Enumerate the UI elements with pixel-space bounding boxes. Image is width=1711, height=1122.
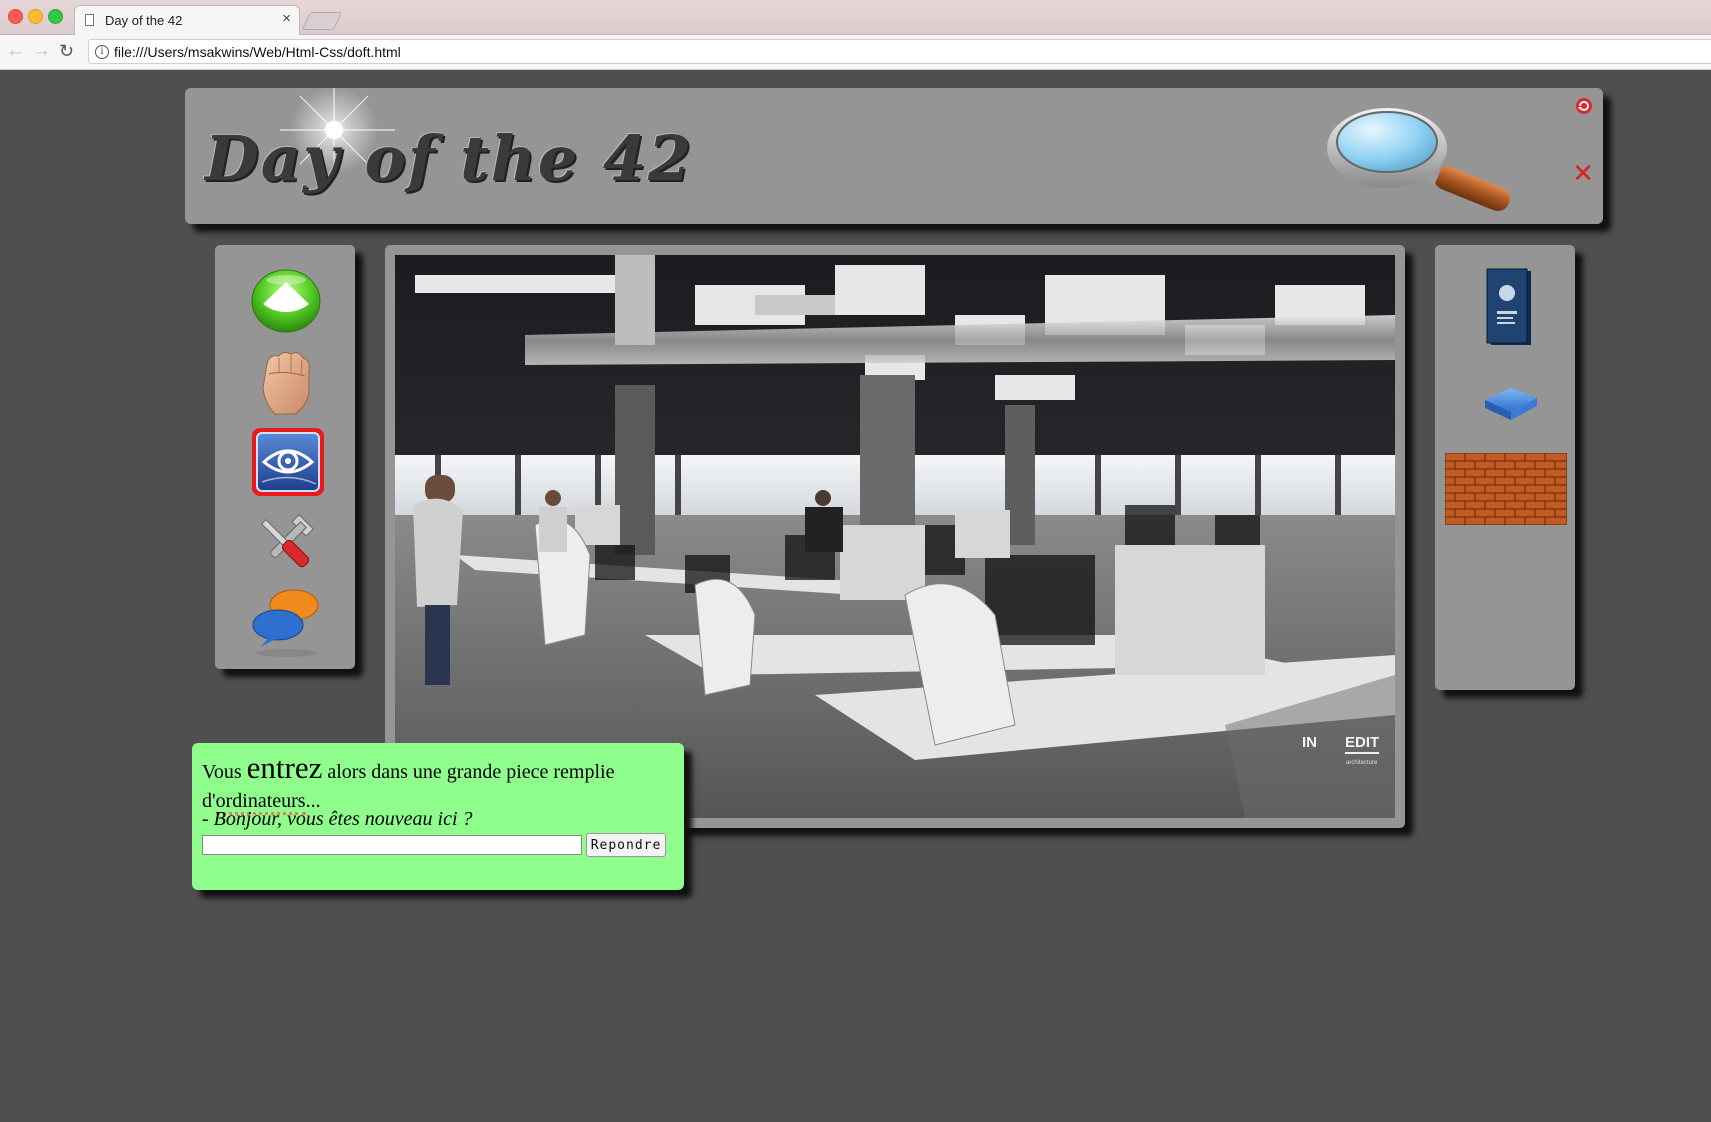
fist-hand-icon[interactable] [255,348,317,418]
npc-quote: - Bonjour, vous êtes nouveau ici ? [202,808,473,830]
right-sidebar [1435,245,1575,690]
tab-close-icon[interactable]: × [282,11,291,27]
window-minimize-button[interactable] [28,9,43,24]
close-icon[interactable]: ✕ [1572,160,1594,186]
page-icon [85,14,94,26]
window-zoom-button[interactable] [48,9,63,24]
address-bar[interactable]: i file:///Users/msakwins/Web/Html-Css/do… [88,39,1711,64]
window-close-button[interactable] [8,9,23,24]
eye-icon[interactable] [250,426,326,498]
new-tab-button[interactable] [301,12,343,30]
answer-input[interactable] [202,835,582,855]
watermark-in: IN [1302,734,1317,751]
tools-icon[interactable] [253,511,317,575]
refresh-icon[interactable] [1575,97,1593,115]
browser-tab[interactable]: Day of the 42 × [74,5,300,35]
back-arrow-icon[interactable]: ← [6,41,25,61]
office-room-image [395,255,1395,818]
up-arrow-icon[interactable] [251,268,321,333]
browser-toolbar: ← → ↻ i file:///Users/msakwins/Web/Html-… [0,35,1711,70]
chat-bubbles-icon[interactable] [251,587,321,659]
scene-panel: IN EDIT architecture [385,245,1405,828]
magnifier-icon[interactable] [1325,100,1525,215]
left-sidebar [215,245,355,669]
narration-emphasis: entrez [246,750,323,785]
header-panel: Day of the 42 ✕ [185,88,1603,224]
forward-arrow-icon[interactable]: → [32,41,51,61]
watermark-edit: EDIT [1345,734,1380,754]
info-icon[interactable]: i [95,45,109,59]
site-logo: Day of the 42 [205,122,694,195]
dialog-box: Vous entrez alors dans une grande piece … [192,743,684,890]
reply-button[interactable]: Repondre [586,833,666,857]
towel-icon[interactable] [1481,380,1541,425]
browser-titlebar: Day of the 42 × [0,0,1711,35]
watermark-sub: architecture [1346,760,1378,766]
narration-text: Vous entrez alors dans une grande piece … [202,750,672,816]
tab-title: Day of the 42 [105,13,183,28]
narration-part2: alors dans une grande piece remplie [327,761,615,783]
brick-wall-icon[interactable] [1445,453,1567,525]
url-text[interactable]: file:///Users/msakwins/Web/Html-Css/doft… [114,44,401,60]
reload-icon[interactable]: ↻ [59,41,74,61]
narration-part1: Vous [202,761,242,783]
book-icon[interactable] [1485,267,1533,349]
